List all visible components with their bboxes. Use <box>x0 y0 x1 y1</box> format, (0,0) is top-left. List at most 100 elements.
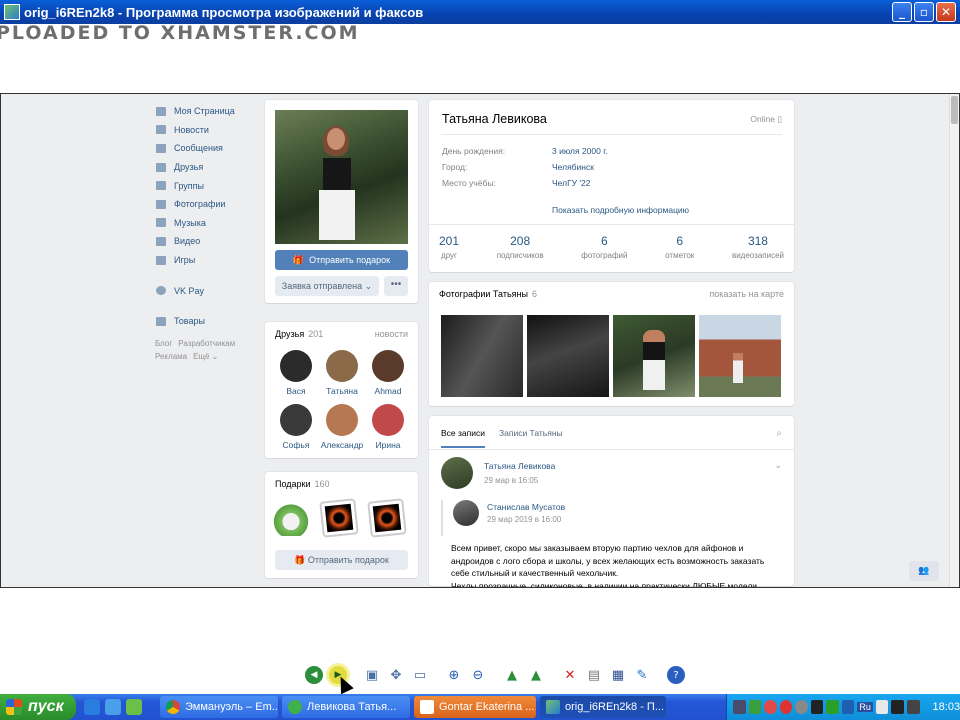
zoom-in-icon[interactable]: ⊕ <box>445 666 463 684</box>
start-button[interactable]: пуск <box>0 694 76 720</box>
profile-counter[interactable]: 6 отметок <box>665 234 694 260</box>
taskbar-item[interactable]: Левикова Татья... <box>282 696 410 718</box>
tab-own-posts[interactable]: Записи Татьяны <box>499 428 563 448</box>
clock[interactable]: 18:03 <box>933 701 960 713</box>
friend-avatar[interactable] <box>326 404 358 436</box>
tab-all-posts[interactable]: Все записи <box>441 428 485 448</box>
search-icon[interactable]: ⌕ <box>776 428 782 439</box>
friend-item[interactable]: Татьяна <box>319 350 365 396</box>
language-indicator[interactable]: Ru <box>857 702 873 712</box>
repost-author-avatar[interactable] <box>453 500 479 526</box>
profile-counter[interactable]: 318 видеозаписей <box>732 234 784 260</box>
photos-title[interactable]: Фотографии Татьяны <box>439 289 528 299</box>
taskbar-item[interactable]: Эммануэль – Em... <box>160 696 278 718</box>
nav-groups[interactable]: Группы <box>151 176 261 195</box>
scrollbar-thumb[interactable] <box>951 96 958 124</box>
rotate-counterclockwise-icon[interactable]: ▲ <box>527 666 545 684</box>
show-more-info-link[interactable]: Показать подробную информацию <box>552 205 689 215</box>
repost-author-name[interactable]: Станислав Мусатов <box>487 502 565 512</box>
nav-games[interactable]: Игры <box>151 251 261 270</box>
tray-icon[interactable] <box>906 700 920 714</box>
show-desktop-icon[interactable] <box>105 699 121 715</box>
nav-photos[interactable]: Фотографии <box>151 195 261 214</box>
profile-counter[interactable]: 208 подписчиков <box>497 234 544 260</box>
window-titlebar[interactable]: orig_i6REn2k8 - Программа просмотра изоб… <box>0 0 960 24</box>
nav-messages[interactable]: Сообщения <box>151 139 261 158</box>
friend-avatar[interactable] <box>372 404 404 436</box>
gift-item[interactable] <box>367 498 407 538</box>
footer-blog-link[interactable]: Блог <box>155 339 172 348</box>
tray-icon[interactable] <box>810 700 824 714</box>
friend-item[interactable]: Софья <box>273 404 319 450</box>
print-icon[interactable]: ▤ <box>585 666 603 684</box>
photo-thumbnail[interactable] <box>441 315 523 397</box>
volume-icon[interactable] <box>875 700 889 714</box>
friend-item[interactable]: Ирина <box>365 404 411 450</box>
photo-thumbnail[interactable] <box>527 315 609 397</box>
post-author-avatar[interactable] <box>441 457 473 489</box>
friend-name[interactable]: Татьяна <box>326 386 358 396</box>
request-sent-button[interactable]: Заявка отправлена ⌄ <box>275 276 379 296</box>
maximize-button[interactable]: ▫ <box>914 2 934 22</box>
profile-counter[interactable]: 6 фотографий <box>581 234 627 260</box>
nav-goods[interactable]: Товары <box>151 312 261 331</box>
footer-more-link[interactable]: Ещё ⌄ <box>193 352 218 361</box>
send-gift-button[interactable]: 🎁 Отправить подарок <box>275 250 408 270</box>
vertical-scrollbar[interactable] <box>949 94 959 587</box>
friends-help-icon[interactable]: 👥 <box>909 561 939 581</box>
post-date[interactable]: 29 мар в 16:05 <box>484 476 538 485</box>
nav-friends[interactable]: Друзья <box>151 158 261 177</box>
nav-video[interactable]: Видео <box>151 232 261 251</box>
taskbar-item-active[interactable]: orig_i6REn2k8 - П... <box>540 696 666 718</box>
more-actions-button[interactable]: ••• <box>384 276 408 296</box>
tray-icon[interactable] <box>748 700 762 714</box>
nav-my-page[interactable]: Моя Страница <box>151 102 261 121</box>
help-icon[interactable]: ? <box>667 666 685 684</box>
show-on-map-link[interactable]: показать на карте <box>709 289 784 299</box>
friend-name[interactable]: Александр <box>321 440 364 450</box>
app-shortcut-icon[interactable] <box>126 699 142 715</box>
gifts-title[interactable]: Подарки <box>275 479 311 489</box>
friend-name[interactable]: Ahmad <box>375 386 402 396</box>
friend-avatar[interactable] <box>280 350 312 382</box>
friends-title[interactable]: Друзья <box>275 329 304 339</box>
photo-thumbnail[interactable] <box>699 315 781 397</box>
info-value[interactable]: ЧелГУ '22 <box>552 178 591 188</box>
save-icon[interactable]: ▦ <box>609 666 627 684</box>
profile-photo[interactable] <box>275 110 408 244</box>
footer-ads-link[interactable]: Реклама <box>155 352 187 361</box>
friend-name[interactable]: Вася <box>286 386 305 396</box>
minimize-button[interactable]: _ <box>892 2 912 22</box>
delete-icon[interactable]: ✕ <box>561 666 579 684</box>
nav-music[interactable]: Музыка <box>151 214 261 233</box>
post-author-name[interactable]: Татьяна Левикова <box>484 461 555 471</box>
gift-item[interactable] <box>273 500 309 536</box>
rotate-clockwise-icon[interactable]: ▲ <box>503 666 521 684</box>
previous-image-icon[interactable]: ◀ <box>305 666 323 684</box>
repost-date[interactable]: 29 мар 2019 в 16:00 <box>487 515 561 524</box>
friend-avatar[interactable] <box>326 350 358 382</box>
tray-icon[interactable] <box>795 700 808 714</box>
close-button[interactable]: ✕ <box>936 2 956 22</box>
tray-icon[interactable] <box>826 700 839 714</box>
actual-size-icon[interactable]: ✥ <box>387 666 405 684</box>
tray-icon[interactable] <box>764 700 777 714</box>
gift-item[interactable] <box>319 498 359 538</box>
friend-item[interactable]: Ahmad <box>365 350 411 396</box>
tray-icon[interactable] <box>891 700 904 714</box>
friend-name[interactable]: Софья <box>283 440 310 450</box>
chevron-down-icon[interactable]: ⌄ <box>774 460 782 471</box>
best-fit-icon[interactable]: ▣ <box>363 666 381 684</box>
friend-item[interactable]: Вася <box>273 350 319 396</box>
friend-avatar[interactable] <box>280 404 312 436</box>
photo-thumbnail[interactable] <box>613 315 695 397</box>
tray-icon[interactable] <box>733 700 746 714</box>
nav-vkpay[interactable]: VK Pay <box>151 281 261 300</box>
slideshow-icon[interactable]: ▭ <box>411 666 429 684</box>
nav-news[interactable]: Новости <box>151 121 261 140</box>
internet-explorer-icon[interactable] <box>84 699 100 715</box>
friends-news-link[interactable]: новости <box>375 329 408 339</box>
tray-icon[interactable] <box>841 700 855 714</box>
info-value[interactable]: 3 июля 2000 г. <box>552 146 608 156</box>
taskbar-item[interactable]: Gontar Ekaterina ... <box>414 696 536 718</box>
